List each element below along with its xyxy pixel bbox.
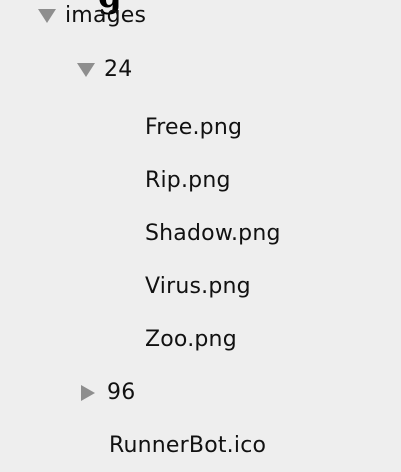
triangle-right-icon[interactable] <box>81 385 95 401</box>
tree-item-label: RunnerBot.ico <box>109 433 267 458</box>
tree-item-images-folder[interactable]: images <box>38 0 146 34</box>
tree-item-label: Zoo.png <box>145 327 237 352</box>
tree-item-file[interactable]: Rip.png <box>145 163 231 199</box>
tree-item-label: 96 <box>107 380 136 405</box>
triangle-down-icon[interactable] <box>38 9 56 23</box>
tree-item-label: Shadow.png <box>145 221 281 246</box>
tree-item-label: Rip.png <box>145 168 231 193</box>
tree-item-file[interactable]: Shadow.png <box>145 216 281 252</box>
tree-item-label: Free.png <box>145 115 243 140</box>
file-tree: images 24 Free.png Rip.png Shadow.png Vi… <box>0 0 401 472</box>
tree-item-file[interactable]: Zoo.png <box>145 322 237 358</box>
tree-item-label: Virus.png <box>145 274 251 299</box>
tree-item-folder-24[interactable]: 24 <box>77 52 132 88</box>
tree-item-file-runnerbot[interactable]: RunnerBot.ico <box>109 428 266 464</box>
triangle-down-icon[interactable] <box>77 63 95 77</box>
tree-item-folder-96[interactable]: 96 <box>81 375 135 411</box>
tree-item-label: 24 <box>104 57 133 82</box>
tree-item-label: images <box>65 3 147 28</box>
tree-item-file[interactable]: Virus.png <box>145 269 251 305</box>
tree-item-file[interactable]: Free.png <box>145 110 242 146</box>
